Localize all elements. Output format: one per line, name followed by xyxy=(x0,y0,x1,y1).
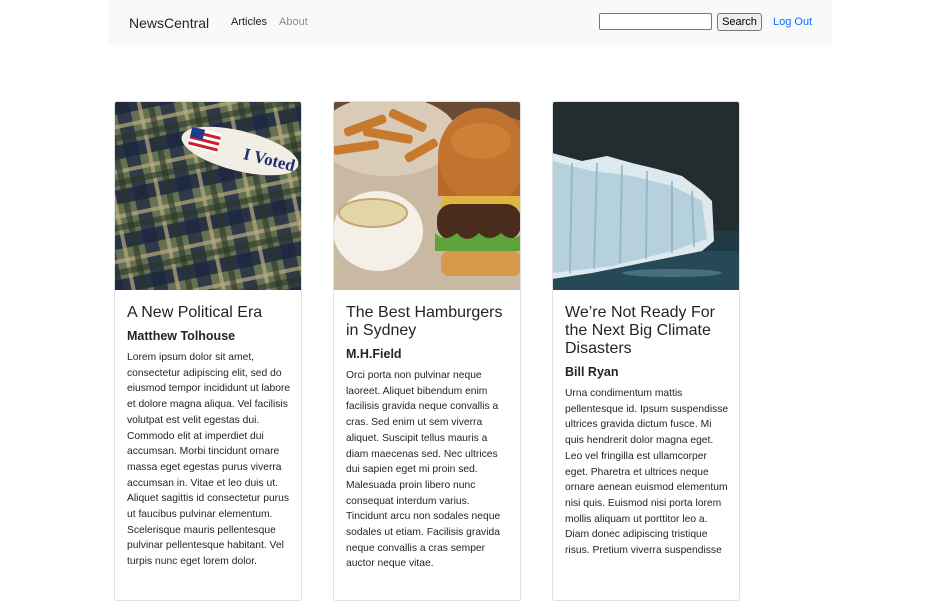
nav-link-articles[interactable]: Articles xyxy=(231,16,267,28)
article-image-glacier xyxy=(553,102,739,290)
article-card[interactable]: I Voted A New Political Era Matthew Tolh… xyxy=(114,101,302,601)
article-title[interactable]: A New Political Era xyxy=(127,304,291,322)
search-input[interactable] xyxy=(599,13,712,30)
article-excerpt: Urna condimentum mattis pellentesque id.… xyxy=(565,388,729,557)
article-author: Matthew Tolhouse xyxy=(127,329,236,343)
article-image-burger xyxy=(334,102,520,290)
search-button[interactable]: Search xyxy=(717,13,762,31)
article-title[interactable]: We’re Not Ready For the Next Big Climate… xyxy=(565,304,729,358)
article-author: M.H.Field xyxy=(346,347,402,361)
top-navbar: NewsCentral Articles About Search Log Ou… xyxy=(108,0,832,45)
article-author: Bill Ryan xyxy=(565,365,619,379)
article-card[interactable]: We’re Not Ready For the Next Big Climate… xyxy=(552,101,740,601)
article-title[interactable]: The Best Hamburgers in Sydney xyxy=(346,304,510,340)
article-card[interactable]: The Best Hamburgers in Sydney M.H.Field … xyxy=(333,101,521,601)
brand-link[interactable]: NewsCentral xyxy=(129,15,209,31)
article-excerpt: Lorem ipsum dolor sit amet, consectetur … xyxy=(127,352,291,568)
article-excerpt: Orci porta non pulvinar neque laoreet. A… xyxy=(346,370,501,570)
logout-link[interactable]: Log Out xyxy=(773,16,812,28)
nav-link-about[interactable]: About xyxy=(279,16,308,28)
article-image-voted: I Voted xyxy=(115,102,301,290)
